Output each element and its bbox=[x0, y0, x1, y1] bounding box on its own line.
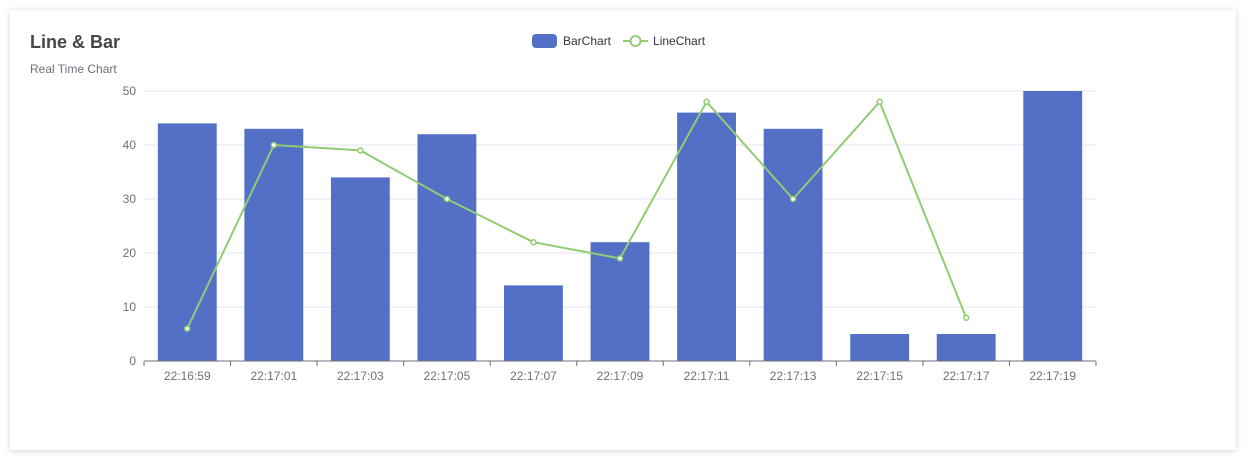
bar bbox=[330, 177, 390, 361]
bar bbox=[763, 128, 823, 361]
y-tick-label: 30 bbox=[123, 192, 137, 206]
x-tick-label: 22:17:19 bbox=[1029, 369, 1076, 383]
x-tick-label: 22:17:07 bbox=[510, 369, 557, 383]
x-tick-label: 22:17:11 bbox=[684, 369, 730, 383]
bar bbox=[936, 334, 996, 361]
y-tick-label: 10 bbox=[123, 300, 137, 314]
y-tick-label: 20 bbox=[123, 246, 137, 260]
bar bbox=[677, 112, 736, 361]
line-point bbox=[443, 195, 451, 203]
line-point bbox=[616, 255, 624, 262]
line-point bbox=[530, 238, 537, 246]
x-tick-label: 22:17:01 bbox=[250, 369, 297, 383]
bar bbox=[244, 128, 304, 361]
chart-card: Line & Bar Real Time Chart BarChart Line… bbox=[10, 10, 1236, 450]
x-tick-label: 22:17:05 bbox=[424, 369, 471, 383]
bar bbox=[417, 134, 477, 361]
x-tick-label: 22:17:17 bbox=[943, 369, 990, 383]
x-tick-label: 22:17:13 bbox=[770, 369, 817, 383]
line-series bbox=[186, 100, 968, 330]
x-tick-label: 22:16:59 bbox=[164, 369, 211, 383]
line-point bbox=[876, 98, 883, 106]
line-point bbox=[703, 98, 710, 106]
bar bbox=[850, 334, 910, 361]
line-point bbox=[962, 314, 970, 322]
x-tick-label: 22:17:09 bbox=[597, 369, 644, 383]
line-point bbox=[270, 141, 278, 149]
y-tick-label: 40 bbox=[123, 138, 137, 152]
y-tick-label: 50 bbox=[123, 84, 137, 98]
x-tick-label: 22:17:03 bbox=[337, 369, 384, 383]
x-tick-label: 22:17:15 bbox=[856, 369, 903, 383]
y-tick-label: 0 bbox=[129, 354, 136, 368]
line-point bbox=[357, 147, 364, 154]
line-point bbox=[184, 325, 191, 332]
bar bbox=[504, 285, 563, 361]
bar bbox=[1023, 91, 1083, 361]
line-point bbox=[789, 195, 797, 203]
chart-plot: 0 10 20 30 40 50 22:16:59 22:17:01 22:17:03 22:17… bbox=[123, 84, 1097, 383]
